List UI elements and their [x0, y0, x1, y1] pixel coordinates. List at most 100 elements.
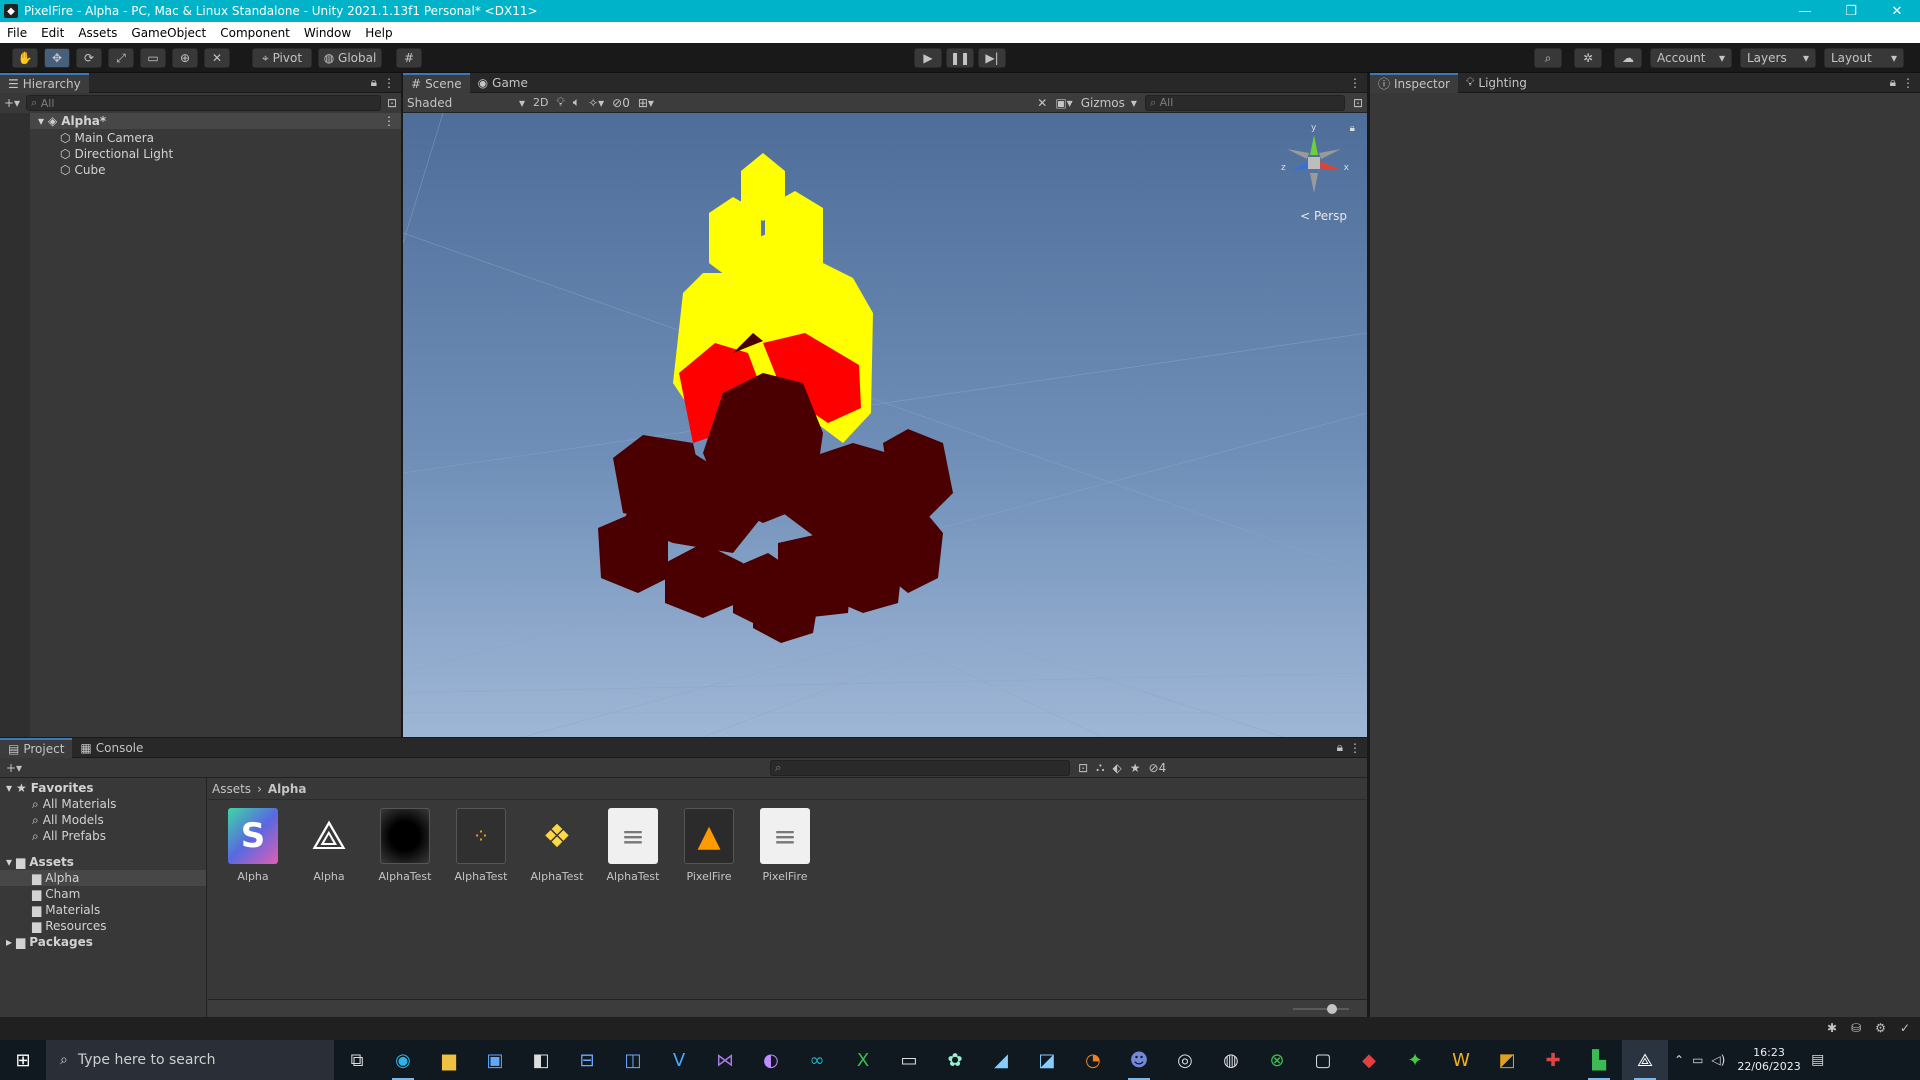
volume-icon[interactable]: ◁)	[1711, 1053, 1725, 1067]
menu-component[interactable]: Component	[213, 26, 297, 40]
app-icon[interactable]: ✚	[1530, 1040, 1576, 1080]
shading-mode-dropdown[interactable]: Shaded ▾	[407, 96, 525, 110]
create-asset-button[interactable]: +▾	[6, 761, 22, 775]
menu-assets[interactable]: Assets	[71, 26, 124, 40]
hierarchy-item-directional-light[interactable]: ⬡ Directional Light	[60, 146, 173, 162]
folder-alpha[interactable]: ▆ Alpha	[0, 870, 206, 886]
edge-browser-icon[interactable]: ◉	[380, 1040, 426, 1080]
lock-icon[interactable]: 🔒︎	[1890, 75, 1902, 90]
obs-icon[interactable]: ◍	[1208, 1040, 1254, 1080]
menu-edit[interactable]: Edit	[34, 26, 71, 40]
layout-dropdown[interactable]: Layout ▾	[1824, 48, 1904, 68]
steam-icon[interactable]: ◎	[1162, 1040, 1208, 1080]
asset-item[interactable]: ❖ AlphaTest	[526, 808, 588, 883]
expand-arrow-icon[interactable]: ▾	[38, 114, 44, 128]
tab-lighting[interactable]: 💡︎ Lighting	[1458, 73, 1535, 93]
icon-size-slider[interactable]	[1293, 1008, 1349, 1010]
store-icon[interactable]: ▣	[472, 1040, 518, 1080]
app-icon[interactable]: ◧	[518, 1040, 564, 1080]
pivot-toggle[interactable]: ⌖ Pivot	[252, 48, 312, 68]
app-icon[interactable]: ◪	[1024, 1040, 1070, 1080]
transform-tool-icon[interactable]: ⊕	[172, 48, 198, 68]
app-icon[interactable]: ◢	[978, 1040, 1024, 1080]
windows-start-icon[interactable]: ⊞	[0, 1040, 46, 1080]
network-icon[interactable]: ▭	[1692, 1053, 1703, 1067]
effects-toggle-icon[interactable]: ✧▾	[588, 96, 604, 110]
maximize-icon[interactable]: ⊡	[1353, 96, 1363, 110]
visual-studio-icon[interactable]: ⋈	[702, 1040, 748, 1080]
favorite-all-models[interactable]: ⌕ All Models	[0, 812, 206, 828]
hidden-objects-toggle[interactable]: ⊘0	[612, 96, 630, 110]
tools-icon[interactable]: ✕	[1037, 96, 1047, 110]
notifications-icon[interactable]: ▤	[1801, 1040, 1835, 1080]
kebab-menu-icon[interactable]: ⋮	[1349, 741, 1367, 755]
asset-item[interactable]: AlphaTest	[374, 808, 436, 883]
check-icon[interactable]: ✓	[1900, 1021, 1910, 1035]
collab-icon[interactable]: ✲	[1574, 48, 1602, 68]
task-view-icon[interactable]: ⧉	[334, 1040, 380, 1080]
taskbar-search-input[interactable]: ⌕ Type here to search	[46, 1040, 334, 1080]
app-icon[interactable]: ▙	[1576, 1040, 1622, 1080]
perspective-label[interactable]: < Persp	[1300, 209, 1347, 223]
folder-resources[interactable]: ▆ Resources	[0, 918, 206, 934]
account-dropdown[interactable]: Account ▾	[1650, 48, 1732, 68]
debug-icon[interactable]: ⚙	[1875, 1021, 1886, 1035]
packages-section[interactable]: ▸ ▆ Packages	[0, 934, 206, 950]
search-by-type-icon[interactable]: ⊡	[1078, 761, 1088, 775]
add-object-button[interactable]: +▾	[4, 96, 20, 110]
kebab-menu-icon[interactable]: ⋮	[1349, 76, 1367, 90]
custom-tool-icon[interactable]: ✕	[204, 48, 230, 68]
move-tool-icon[interactable]: ✥	[44, 48, 70, 68]
arduino-icon[interactable]: ∞	[794, 1040, 840, 1080]
app-icon[interactable]: ✦	[1392, 1040, 1438, 1080]
app-icon[interactable]: ▢	[1300, 1040, 1346, 1080]
vscode-icon[interactable]: V	[656, 1040, 702, 1080]
tab-project[interactable]: ▤ Project	[0, 737, 73, 758]
kebab-menu-icon[interactable]: ⋮	[383, 76, 401, 90]
camera-dropdown-icon[interactable]: ▣▾	[1055, 96, 1072, 110]
pause-button[interactable]: ❚❚	[946, 48, 974, 68]
lock-icon[interactable]: 🔒︎	[1350, 123, 1355, 134]
grid-snap-icon[interactable]: #	[396, 48, 422, 68]
scene-search-input[interactable]: ⌕ All	[1144, 94, 1345, 111]
tab-hierarchy[interactable]: ☰ Hierarchy	[0, 72, 89, 93]
asset-item[interactable]: ≡ AlphaTest	[602, 808, 664, 883]
scene-orientation-gizmo[interactable]: y x z	[1279, 123, 1349, 199]
filter-by-type-icon[interactable]: ⛬	[1096, 760, 1104, 775]
menu-window[interactable]: Window	[297, 26, 358, 40]
scene-visibility-icon[interactable]: ⊡	[387, 96, 397, 110]
favorite-star-icon[interactable]: ★	[1130, 761, 1141, 775]
project-search-input[interactable]: ⌕	[770, 759, 1071, 776]
search-icon[interactable]: ⌕	[1534, 48, 1562, 68]
unity-taskbar-icon[interactable]: ⟁	[1622, 1040, 1668, 1080]
rect-tool-icon[interactable]: ▭	[140, 48, 166, 68]
hand-tool-icon[interactable]: ✋	[12, 48, 38, 68]
breadcrumb-assets[interactable]: Assets	[212, 782, 251, 796]
gizmos-dropdown[interactable]: Gizmos ▾	[1081, 96, 1137, 110]
breadcrumb-alpha[interactable]: Alpha	[268, 782, 307, 796]
discord-icon[interactable]: ☻	[1116, 1040, 1162, 1080]
excel-icon[interactable]: X	[840, 1040, 886, 1080]
toggle-2d-button[interactable]: 2D	[533, 96, 548, 109]
restore-button[interactable]: ❐	[1828, 0, 1874, 22]
tab-game[interactable]: ◉ Game	[470, 73, 536, 93]
kebab-menu-icon[interactable]: ⋮	[383, 114, 401, 128]
hierarchy-search-input[interactable]: ⌕ All	[26, 95, 381, 111]
clock[interactable]: 16:23 22/06/2023	[1737, 1046, 1800, 1074]
progress-icon[interactable]: ✱	[1827, 1021, 1837, 1035]
play-button[interactable]: ▶	[914, 48, 942, 68]
scene-viewport[interactable]: y x z < Persp 🔒︎	[403, 113, 1367, 737]
remote-desktop-icon[interactable]: ◫	[610, 1040, 656, 1080]
xbox-icon[interactable]: ⊗	[1254, 1040, 1300, 1080]
file-explorer-icon[interactable]: ▆	[426, 1040, 472, 1080]
hidden-packages-toggle[interactable]: ⊘4	[1149, 761, 1167, 775]
label-icon[interactable]: ⬖	[1113, 761, 1122, 775]
asset-item[interactable]: ▲ PixelFire	[678, 808, 740, 883]
menu-gameobject[interactable]: GameObject	[124, 26, 213, 40]
folder-materials[interactable]: ▆ Materials	[0, 902, 206, 918]
grid-toggle-icon[interactable]: ⊞▾	[638, 96, 654, 110]
asset-item[interactable]: ⁘ AlphaTest	[450, 808, 512, 883]
menu-file[interactable]: File	[0, 26, 34, 40]
scene-root[interactable]: ▾ ◈ Alpha* ⋮	[30, 113, 401, 129]
lock-icon[interactable]: 🔒︎	[1337, 740, 1349, 755]
